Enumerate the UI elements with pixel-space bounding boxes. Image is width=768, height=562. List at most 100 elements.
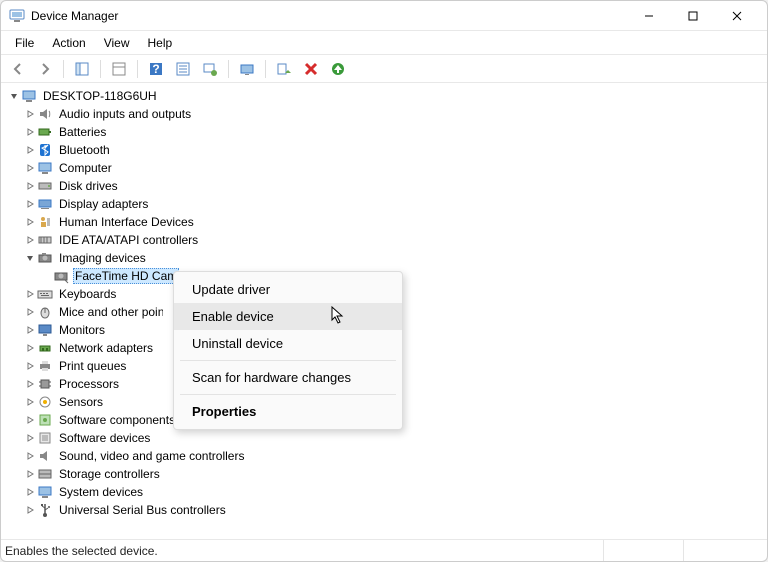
help-button[interactable]: ?: [145, 58, 167, 80]
sensor-icon: [37, 394, 53, 410]
tree-item-system[interactable]: System devices: [3, 483, 765, 501]
tree-label: Disk drives: [57, 178, 120, 194]
chevron-right-icon[interactable]: [23, 143, 37, 157]
printer-icon: [37, 358, 53, 374]
context-scan-hardware[interactable]: Scan for hardware changes: [174, 364, 402, 391]
device-tree[interactable]: DESKTOP-118G6UH Audio inputs and outputs…: [1, 83, 767, 539]
context-enable-device[interactable]: Enable device: [174, 303, 402, 330]
chevron-down-icon[interactable]: [7, 89, 21, 103]
chevron-right-icon[interactable]: [23, 503, 37, 517]
tree-label: Processors: [57, 376, 121, 392]
chevron-right-icon[interactable]: [23, 233, 37, 247]
menu-file[interactable]: File: [7, 34, 42, 52]
software-component-icon: [37, 412, 53, 428]
device-manager-window: Device Manager File Action View Help ?: [0, 0, 768, 562]
add-legacy-hardware-button[interactable]: [327, 58, 349, 80]
tree-label: Keyboards: [57, 286, 118, 302]
chevron-right-icon[interactable]: [23, 305, 37, 319]
maximize-button[interactable]: [671, 2, 715, 30]
tree-label: DESKTOP-118G6UH: [41, 88, 159, 104]
chevron-right-icon[interactable]: [23, 161, 37, 175]
tree-label: Computer: [57, 160, 114, 176]
sound-icon: [37, 448, 53, 464]
disk-icon: [37, 178, 53, 194]
scan-hardware-button[interactable]: [199, 58, 221, 80]
device-manager-icon: [9, 8, 25, 24]
tree-root[interactable]: DESKTOP-118G6UH: [3, 87, 765, 105]
chevron-right-icon[interactable]: [23, 215, 37, 229]
menu-view[interactable]: View: [96, 34, 138, 52]
enable-device-button[interactable]: [273, 58, 295, 80]
tree-label: Mice and other pointing devices: [57, 304, 163, 320]
chevron-right-icon[interactable]: [23, 485, 37, 499]
tree-label: Monitors: [57, 322, 107, 338]
storage-icon: [37, 466, 53, 482]
ide-icon: [37, 232, 53, 248]
chevron-right-icon[interactable]: [23, 395, 37, 409]
details-button[interactable]: [172, 58, 194, 80]
chevron-right-icon[interactable]: [23, 431, 37, 445]
computer-icon: [37, 160, 53, 176]
forward-button[interactable]: [34, 58, 56, 80]
tree-label: Bluetooth: [57, 142, 112, 158]
tree-label: Print queues: [57, 358, 128, 374]
chevron-right-icon[interactable]: [23, 413, 37, 427]
menubar: File Action View Help: [1, 31, 767, 55]
tree-item-usb[interactable]: Universal Serial Bus controllers: [3, 501, 765, 519]
show-hide-tree-button[interactable]: [71, 58, 93, 80]
tree-label: System devices: [57, 484, 145, 500]
statusbar-cell: [603, 540, 683, 561]
context-update-driver[interactable]: Update driver: [174, 276, 402, 303]
tree-label: Sensors: [57, 394, 105, 410]
audio-icon: [37, 106, 53, 122]
tree-item-disk[interactable]: Disk drives: [3, 177, 765, 195]
close-button[interactable]: [715, 2, 759, 30]
tree-item-storage[interactable]: Storage controllers: [3, 465, 765, 483]
status-text: Enables the selected device.: [5, 544, 158, 558]
chevron-right-icon[interactable]: [23, 341, 37, 355]
tree-item-computer[interactable]: Computer: [3, 159, 765, 177]
tree-item-imaging[interactable]: Imaging devices: [3, 249, 765, 267]
chevron-right-icon[interactable]: [23, 467, 37, 481]
context-properties[interactable]: Properties: [174, 398, 402, 425]
computer-root-icon: [21, 88, 37, 104]
context-menu: Update driver Enable device Uninstall de…: [173, 271, 403, 430]
menu-action[interactable]: Action: [44, 34, 93, 52]
tree-item-display[interactable]: Display adapters: [3, 195, 765, 213]
tree-label: IDE ATA/ATAPI controllers: [57, 232, 200, 248]
tree-item-ide[interactable]: IDE ATA/ATAPI controllers: [3, 231, 765, 249]
chevron-right-icon[interactable]: [23, 107, 37, 121]
tree-item-batteries[interactable]: Batteries: [3, 123, 765, 141]
chevron-right-icon[interactable]: [23, 359, 37, 373]
chevron-right-icon[interactable]: [23, 287, 37, 301]
tree-item-software-devices[interactable]: Software devices: [3, 429, 765, 447]
tree-item-sound[interactable]: Sound, video and game controllers: [3, 447, 765, 465]
svg-text:?: ?: [152, 62, 159, 76]
tree-item-audio[interactable]: Audio inputs and outputs: [3, 105, 765, 123]
context-uninstall-device[interactable]: Uninstall device: [174, 330, 402, 357]
chevron-right-icon[interactable]: [23, 197, 37, 211]
menu-help[interactable]: Help: [140, 34, 181, 52]
chevron-right-icon[interactable]: [23, 449, 37, 463]
properties-button[interactable]: [108, 58, 130, 80]
context-separator: [180, 360, 396, 361]
chevron-right-icon[interactable]: [23, 125, 37, 139]
hid-icon: [37, 214, 53, 230]
update-driver-button[interactable]: [236, 58, 258, 80]
system-device-icon: [37, 484, 53, 500]
network-icon: [37, 340, 53, 356]
toolbar: ?: [1, 55, 767, 83]
tree-label: Storage controllers: [57, 466, 162, 482]
chevron-right-icon[interactable]: [23, 323, 37, 337]
chevron-down-icon[interactable]: [23, 251, 37, 265]
minimize-button[interactable]: [627, 2, 671, 30]
chevron-right-icon[interactable]: [23, 377, 37, 391]
uninstall-device-button[interactable]: [300, 58, 322, 80]
tree-item-hid[interactable]: Human Interface Devices: [3, 213, 765, 231]
chevron-right-icon[interactable]: [23, 179, 37, 193]
statusbar-cell: [683, 540, 763, 561]
titlebar: Device Manager: [1, 1, 767, 31]
tree-item-bluetooth[interactable]: Bluetooth: [3, 141, 765, 159]
tree-label: Network adapters: [57, 340, 155, 356]
back-button[interactable]: [7, 58, 29, 80]
